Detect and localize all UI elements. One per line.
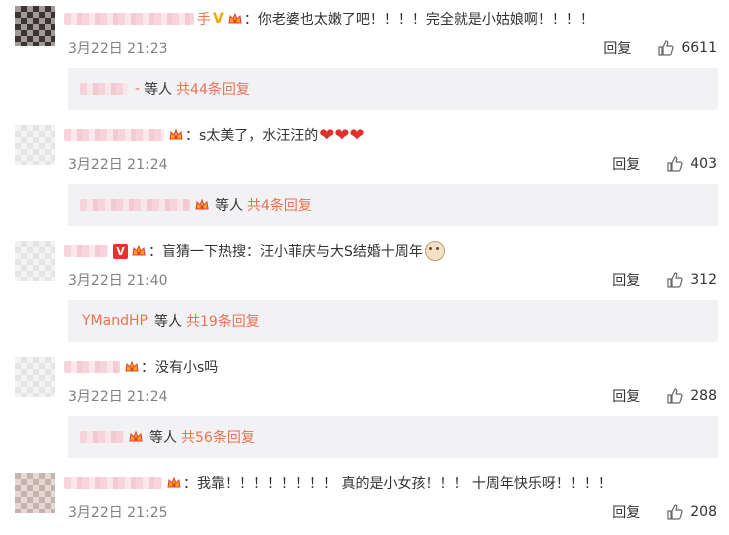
reply-count-link[interactable]: 共44条回复 <box>176 79 250 99</box>
comment-time: 3月22日 21:40 <box>68 273 168 289</box>
heart-emoji: ❤❤❤ <box>319 124 365 146</box>
comment-separator: ： <box>185 128 199 144</box>
like-count: 312 <box>690 272 717 288</box>
reply-etc-text: 等人 <box>149 430 177 446</box>
username-blurred[interactable] <box>64 129 164 141</box>
reply-button[interactable]: 回复 <box>612 270 640 290</box>
like-count: 288 <box>690 388 717 404</box>
reply-etc-text: 等人 <box>144 82 173 98</box>
like-button[interactable]: 288 <box>666 387 717 405</box>
vip-crown-icon <box>168 127 184 143</box>
reply-button[interactable]: 回复 <box>612 502 640 522</box>
reply-etc-text: 等人 <box>153 314 182 330</box>
comment-text: 你老婆也太嫩了吧！！！！完全就是小姑娘啊！！！！ <box>257 12 594 28</box>
comment-separator: ： <box>183 476 197 492</box>
username-blurred[interactable] <box>64 361 120 373</box>
dog-emoji-icon <box>424 241 445 261</box>
comment-time: 3月22日 21:24 <box>68 389 168 405</box>
thumbs-up-icon <box>667 388 683 404</box>
comment-separator: ： <box>243 12 258 28</box>
username-blurred[interactable] <box>64 245 108 257</box>
like-button[interactable]: 403 <box>666 155 717 173</box>
reply-button[interactable]: 回复 <box>603 38 631 58</box>
comment-separator: ： <box>148 244 162 260</box>
thumbs-up-icon <box>667 504 683 520</box>
thumbs-up-icon <box>658 40 674 56</box>
like-count: 208 <box>690 504 717 520</box>
like-button[interactable]: 312 <box>666 271 717 289</box>
like-button[interactable]: 208 <box>666 503 717 521</box>
avatar[interactable] <box>15 473 55 513</box>
like-button[interactable]: 6611 <box>657 39 717 57</box>
like-count: 403 <box>690 156 717 172</box>
reply-username-blurred[interactable] <box>80 431 124 443</box>
comment-time: 3月22日 21:25 <box>68 505 168 521</box>
comment-time: 3月22日 21:24 <box>68 157 168 173</box>
vip-crown-icon <box>194 197 210 213</box>
thumbs-up-icon <box>667 156 683 172</box>
vip-crown-icon <box>128 429 144 445</box>
reply-button[interactable]: 回复 <box>612 386 640 406</box>
reply-count-link[interactable]: 共56条回复 <box>181 427 255 447</box>
avatar[interactable] <box>15 125 55 165</box>
avatar[interactable] <box>15 357 55 397</box>
verified-icon: V <box>213 11 224 27</box>
avatar[interactable] <box>15 241 55 281</box>
reply-etc-text: 等人 <box>215 198 243 214</box>
reply-username-blurred[interactable] <box>80 199 190 211</box>
reply-count-link[interactable]: 共19条回复 <box>186 311 260 331</box>
like-count: 6611 <box>681 40 717 56</box>
username-blurred[interactable] <box>64 477 162 489</box>
verified-badge-icon: V <box>113 243 128 259</box>
avatar[interactable] <box>15 6 55 46</box>
vip-crown-icon <box>131 243 147 259</box>
replies-preview[interactable]: YMandHP 等人 共19条回复 <box>68 300 718 342</box>
comment-time: 3月22日 21:23 <box>68 41 168 57</box>
reply-username-blurred[interactable] <box>80 83 128 95</box>
thumbs-up-icon <box>667 272 683 288</box>
reply-dash: - <box>135 81 141 97</box>
reply-username[interactable]: YMandHP <box>82 313 148 329</box>
vip-crown-icon <box>227 11 243 27</box>
comment-separator: ： <box>141 360 155 376</box>
reply-count-link[interactable]: 共4条回复 <box>247 195 312 215</box>
vip-crown-icon <box>166 475 182 491</box>
username-blurred[interactable] <box>64 13 194 25</box>
reply-button[interactable]: 回复 <box>612 154 640 174</box>
username-suffix[interactable]: 手 <box>197 9 211 29</box>
comment-text: 我靠！！！！！！！！ 真的是小女孩！！！ 十周年快乐呀！！！！ <box>197 476 612 492</box>
comment-text: 没有小s吗 <box>155 360 219 376</box>
comment-text: s太美了，水汪汪的 <box>199 128 319 144</box>
replies-preview[interactable]: 等人 共4条回复 <box>68 184 718 226</box>
replies-preview[interactable]: - 等人 共44条回复 <box>68 68 718 110</box>
replies-preview[interactable]: 等人 共56条回复 <box>68 416 718 458</box>
vip-crown-icon <box>124 359 140 375</box>
comment-text: 盲猜一下热搜：汪小菲庆与大S结婚十周年 <box>162 244 423 260</box>
